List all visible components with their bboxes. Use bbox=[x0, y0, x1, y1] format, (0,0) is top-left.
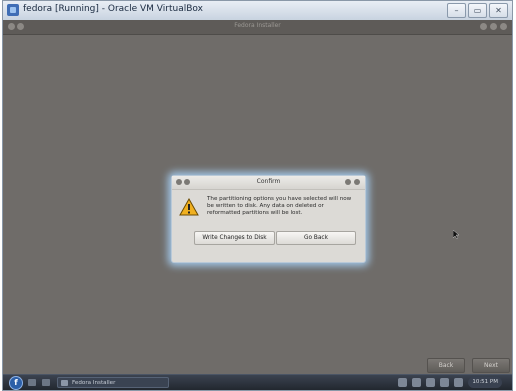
dialog-close-icon[interactable] bbox=[354, 179, 360, 185]
taskbar-task-label: Fedora Installer bbox=[72, 380, 116, 386]
dialog-message: The partitioning options you have select… bbox=[207, 196, 352, 216]
system-tray: 10:51 PM bbox=[398, 377, 502, 388]
virtualbox-titlebar: fedora [Running] - Oracle VM VirtualBox … bbox=[3, 1, 512, 21]
dialog-window-controls bbox=[345, 179, 360, 185]
dialog-titlebar: Confirm bbox=[172, 176, 365, 190]
virtualbox-window: fedora [Running] - Oracle VM VirtualBox … bbox=[2, 0, 513, 391]
confirm-dialog: Confirm The partitioning options you hav… bbox=[171, 175, 366, 263]
warning-icon bbox=[179, 198, 199, 216]
installer-task-icon bbox=[61, 380, 68, 386]
window-title: fedora [Running] - Oracle VM VirtualBox bbox=[23, 4, 203, 14]
installer-title: Fedora Installer bbox=[234, 22, 281, 29]
maximize-button[interactable]: ▭ bbox=[468, 3, 487, 18]
taskbar: f Fedora Installer 10:51 PM bbox=[3, 374, 512, 390]
volume-icon[interactable] bbox=[426, 378, 436, 387]
clock[interactable]: 10:51 PM bbox=[468, 377, 502, 388]
power-icon[interactable] bbox=[454, 378, 464, 387]
close-tray-icon[interactable] bbox=[412, 378, 422, 387]
network-icon[interactable] bbox=[398, 378, 408, 387]
show-desktop-icon[interactable] bbox=[28, 379, 36, 386]
installer-maximize-icon[interactable] bbox=[490, 23, 497, 30]
minimize-button[interactable]: – bbox=[447, 3, 466, 18]
taskbar-task-installer[interactable]: Fedora Installer bbox=[57, 377, 169, 388]
dialog-help-icon[interactable] bbox=[345, 179, 351, 185]
virtualbox-app-icon bbox=[7, 4, 19, 16]
installer-window-controls bbox=[480, 23, 507, 30]
go-back-button[interactable]: Go Back bbox=[276, 231, 356, 245]
fedora-menu-icon[interactable]: f bbox=[9, 376, 23, 390]
write-changes-button[interactable]: Write Changes to Disk bbox=[194, 231, 275, 245]
close-button[interactable]: ✕ bbox=[489, 3, 508, 18]
window-controls: – ▭ ✕ bbox=[447, 3, 508, 18]
installer-header: Fedora Installer bbox=[3, 20, 512, 35]
dialog-title: Confirm bbox=[256, 178, 281, 185]
mouse-cursor-icon bbox=[453, 230, 459, 239]
notification-icon[interactable] bbox=[440, 378, 450, 387]
installer-minimize-icon[interactable] bbox=[480, 23, 487, 30]
installer-close-icon[interactable] bbox=[500, 23, 507, 30]
installer-next-button[interactable]: Next bbox=[472, 358, 510, 373]
file-manager-icon[interactable] bbox=[42, 379, 50, 386]
installer-back-button[interactable]: Back bbox=[427, 358, 465, 373]
